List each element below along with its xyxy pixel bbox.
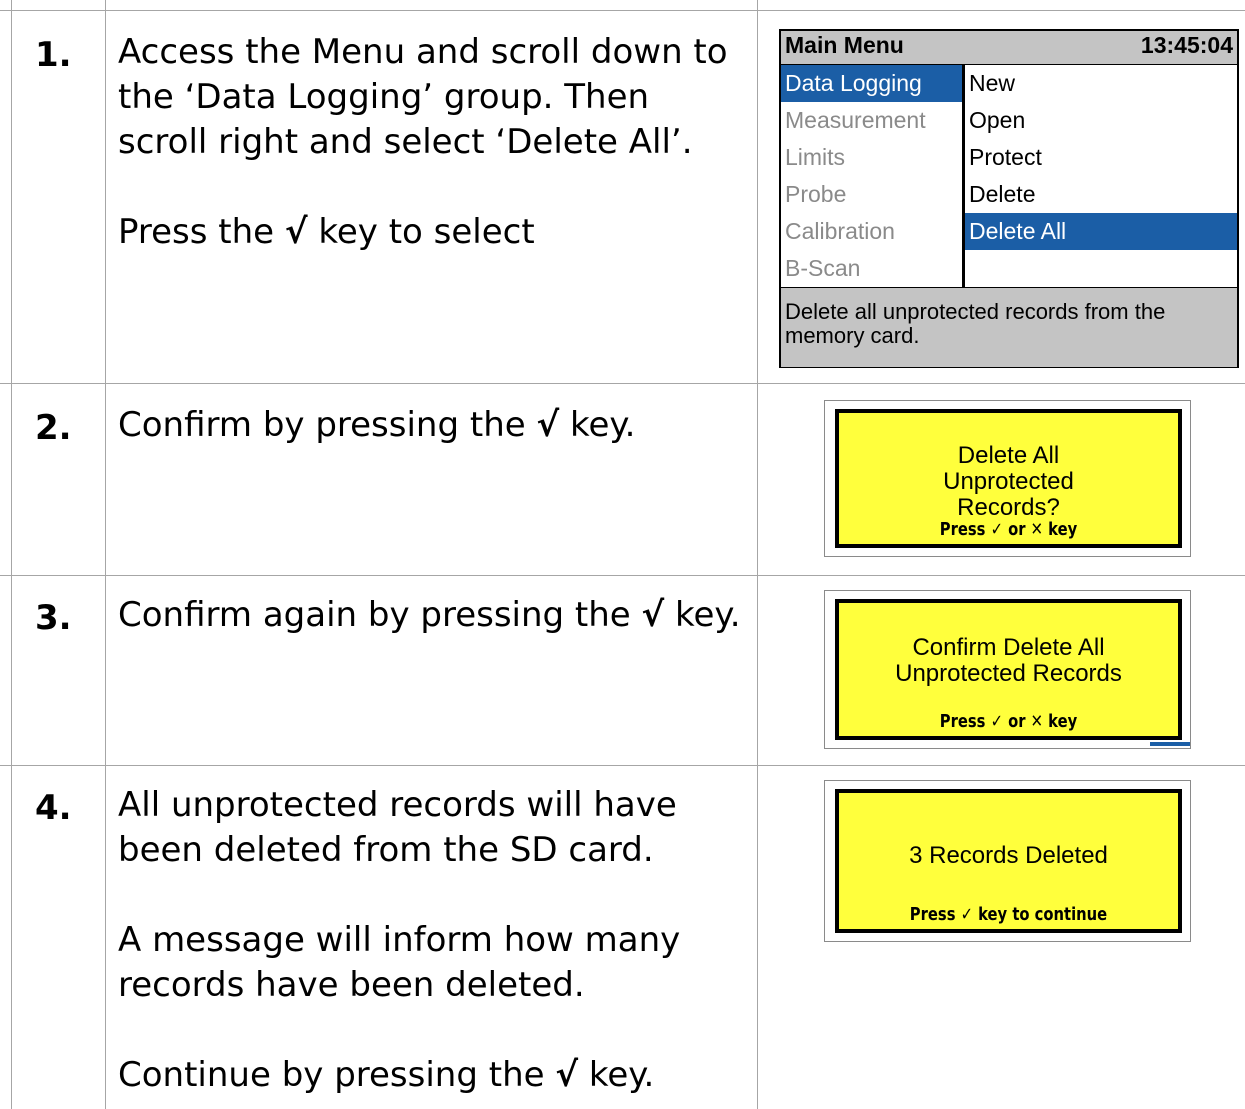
- menu-group-b-scan[interactable]: B-Scan: [781, 250, 962, 287]
- step-text: Access the Menu and scroll down to the ‘…: [118, 30, 748, 255]
- menu-group-list: Data Logging Measurement Limits Probe Ca…: [781, 65, 962, 287]
- table-border: [105, 0, 106, 1109]
- menu-item-open[interactable]: Open: [965, 102, 1237, 139]
- dialog-prompt: Press ✓ or ✕ key: [939, 711, 1078, 732]
- menu-group-probe[interactable]: Probe: [781, 176, 962, 213]
- step-number: 3.: [35, 598, 72, 638]
- menu-item-list: New Open Protect Delete Delete All: [965, 65, 1237, 287]
- menu-item-protect[interactable]: Protect: [965, 139, 1237, 176]
- menu-group-measurement[interactable]: Measurement: [781, 102, 962, 139]
- dialog-box: 3 Records Deleted Press ✓ key to continu…: [835, 789, 1182, 933]
- menu-item-delete-all[interactable]: Delete All: [965, 213, 1237, 250]
- dialog-prompt: Press ✓ or ✕ key: [939, 519, 1078, 540]
- menu-help-text: Delete all unprotected records from the …: [785, 299, 1166, 348]
- menu-item-delete[interactable]: Delete: [965, 176, 1237, 213]
- step-instruction: Press the √ key to select: [118, 212, 535, 252]
- confirm-again-dialog-screen: Confirm Delete All Unprotected Records P…: [824, 590, 1191, 749]
- menu-group-data-logging[interactable]: Data Logging: [781, 65, 962, 102]
- step-instruction: Access the Menu and scroll down to the ‘…: [118, 32, 728, 162]
- step-instruction: Continue by pressing the √ key.: [118, 1055, 655, 1095]
- records-deleted-screen: 3 Records Deleted Press ✓ key to continu…: [824, 780, 1191, 942]
- dialog-message: 3 Records Deleted: [909, 842, 1108, 869]
- confirm-dialog-screen: Delete All Unprotected Records? Press ✓ …: [824, 400, 1191, 557]
- table-border: [0, 765, 1245, 766]
- dialog-box: Delete All Unprotected Records? Press ✓ …: [835, 409, 1182, 548]
- step-text: Confirm by pressing the √ key.: [118, 403, 748, 448]
- step-number: 2.: [35, 408, 72, 448]
- step-number: 4.: [35, 788, 72, 828]
- step-text: All unprotected records will have been d…: [118, 783, 748, 1098]
- menu-title: Main Menu: [785, 32, 904, 58]
- table-border: [0, 383, 1245, 384]
- tick-icon: √: [641, 595, 665, 635]
- dialog-prompt: Press ✓ key to continue: [909, 904, 1108, 925]
- main-menu-screen: Main Menu 13:45:04 Data Logging Measurem…: [779, 29, 1239, 368]
- dialog-message: Confirm Delete All Unprotected Records: [895, 634, 1122, 687]
- tick-icon: √: [536, 405, 560, 445]
- table-border: [0, 10, 1245, 11]
- step-instruction: Confirm by pressing the √ key.: [118, 405, 636, 445]
- step-instruction: A message will inform how many records h…: [118, 920, 681, 1005]
- step-number: 1.: [35, 35, 72, 75]
- table-border: [11, 0, 12, 1109]
- menu-clock: 13:45:04: [1140, 32, 1233, 58]
- step-text: Confirm again by pressing the √ key.: [118, 593, 748, 638]
- table-border: [757, 0, 758, 1109]
- menu-item-new[interactable]: New: [965, 65, 1237, 102]
- menu-group-calibration[interactable]: Calibration: [781, 213, 962, 250]
- tick-icon: √: [284, 212, 308, 252]
- menu-help-bar: Delete all unprotected records from the …: [781, 287, 1237, 367]
- dialog-message: Delete All Unprotected Records?: [943, 442, 1074, 521]
- tick-icon: √: [555, 1055, 579, 1095]
- menu-group-limits[interactable]: Limits: [781, 139, 962, 176]
- menu-header: Main Menu 13:45:04: [781, 31, 1237, 65]
- table-border: [0, 575, 1245, 576]
- step-instruction: All unprotected records will have been d…: [118, 785, 677, 870]
- step-instruction: Confirm again by pressing the √ key.: [118, 595, 741, 635]
- dialog-box: Confirm Delete All Unprotected Records P…: [835, 599, 1182, 740]
- background-highlight: [1150, 742, 1190, 746]
